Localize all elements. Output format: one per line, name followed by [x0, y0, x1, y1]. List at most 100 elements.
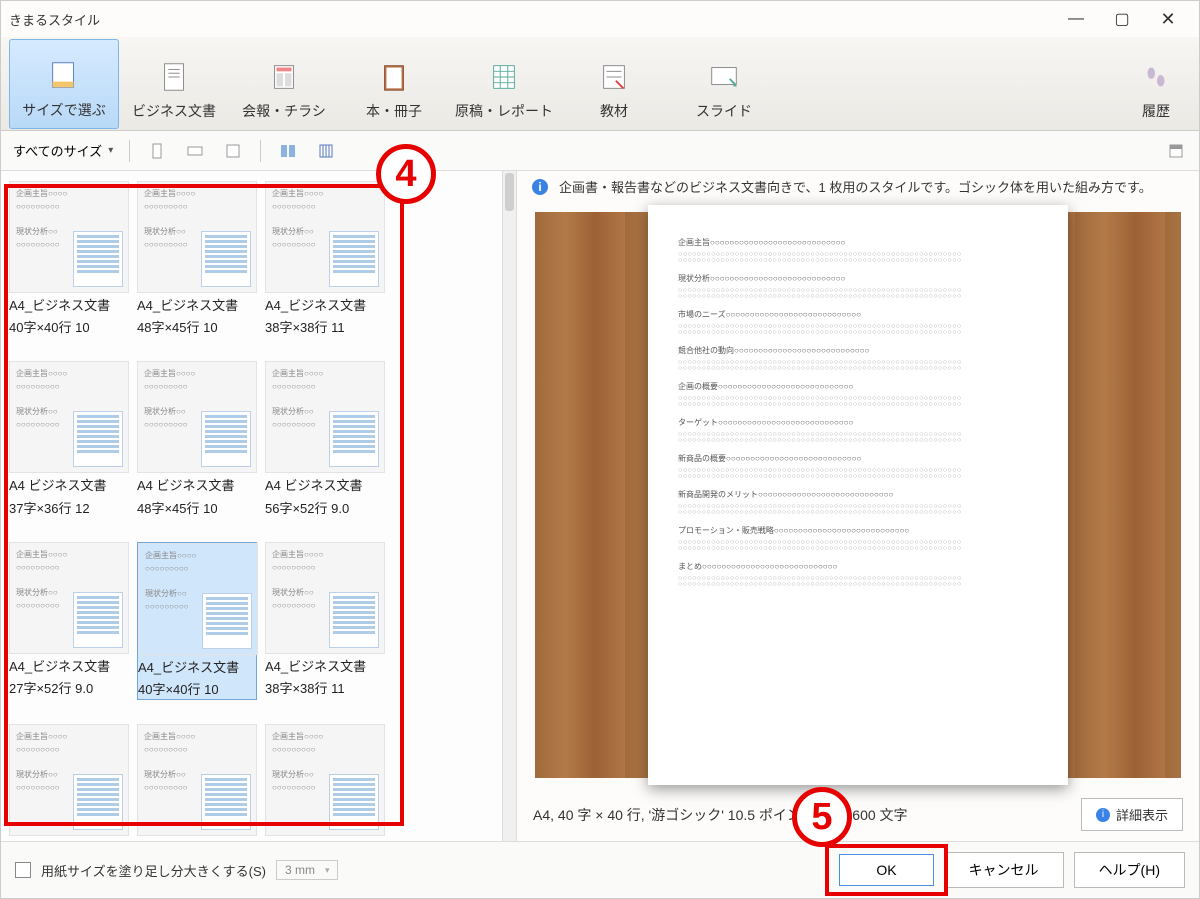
preview-body-line: ○○○○○○○○○○○○○○○○○○○○○○○○○○○○○○○○○○○○○○○○…	[678, 365, 1038, 371]
style-thumbnail[interactable]: 企画主旨○○○○○○○○○○○○○現状分析○○○○○○○○○○○ A4_ビジネス文…	[265, 181, 385, 337]
style-thumbnail[interactable]: 企画主旨○○○○○○○○○○○○○現状分析○○○○○○○○○○○A4_ビジネス文…	[137, 542, 257, 700]
preview-section: 新商品の概要○○○○○○○○○○○○○○○○○○○○○○○○○○○○ ○○○○○○…	[678, 453, 1038, 479]
ribbon-book[interactable]: 本・冊子	[339, 39, 449, 129]
ribbon-slide[interactable]: スライド	[669, 39, 779, 129]
thumbnail-title: A4 ビジネス文書	[137, 477, 257, 495]
style-thumbnail[interactable]: 企画主旨○○○○○○○○○○○○○現状分析○○○○○○○○○○○ A4 ビジネス文…	[137, 361, 257, 517]
thumbnail-preview: 企画主旨○○○○○○○○○○○○○現状分析○○○○○○○○○○○	[137, 181, 257, 293]
preview-pane: i 企画書・報告書などのビジネス文書向きで、1 枚用のスタイルです。ゴシック体を…	[517, 171, 1199, 841]
titlebar: きまるスタイル ― ▢ ✕	[1, 1, 1199, 37]
spec-text: A4, 40 字 × 40 行, '游ゴシック' 10.5 ポイント, 約 1,…	[533, 805, 908, 825]
thumbnail-title: A4_ビジネス文書	[138, 659, 256, 677]
orientation-any-button[interactable]	[216, 137, 250, 165]
thumbnail-title: A4_ビジネス文書	[9, 297, 129, 315]
chevron-down-icon: ▾	[325, 865, 330, 876]
preview-body-line: ○○○○○○○○○○○○○○○○○○○○○○○○○○○○○○○○○○○○○○○○…	[678, 293, 1038, 299]
style-thumbnail[interactable]: 企画主旨○○○○○○○○○○○○○現状分析○○○○○○○○○○○A4_ビジネス文…	[137, 181, 257, 337]
layout-b-button[interactable]	[309, 137, 343, 165]
ribbon-business[interactable]: ビジネス文書	[119, 39, 229, 129]
preview-section: 企画の概要○○○○○○○○○○○○○○○○○○○○○○○○○○○○ ○○○○○○○…	[678, 381, 1038, 407]
style-thumbnail[interactable]: 企画主旨○○○○○○○○○○○○○現状分析○○○○○○○○○○○ A4_ビジネス文…	[9, 181, 129, 337]
thumbnail-subtitle: 56字×52行 9.0	[265, 500, 385, 518]
spec-row: A4, 40 字 × 40 行, '游ゴシック' 10.5 ポイント, 約 1,…	[517, 788, 1199, 841]
window-title: きまるスタイル	[9, 10, 100, 29]
footsteps-icon	[1138, 59, 1174, 95]
preview-section: 企画主旨○○○○○○○○○○○○○○○○○○○○○○○○○○○○○○○○○○○○…	[678, 237, 1038, 263]
thumbnail-preview: 企画主旨○○○○○○○○○○○○○現状分析○○○○○○○○○○○	[265, 724, 385, 836]
thumbnail-preview: 企画主旨○○○○○○○○○○○○○現状分析○○○○○○○○○○○	[137, 724, 257, 836]
thumbnail-subtitle: 48字×45行 10	[137, 500, 257, 518]
preview-document: 企画主旨○○○○○○○○○○○○○○○○○○○○○○○○○○○○○○○○○○○○…	[648, 205, 1068, 785]
thumbnail-subtitle: 40字×40行 10	[9, 319, 129, 337]
maximize-button[interactable]: ▢	[1099, 3, 1145, 35]
gallery-pane: 企画主旨○○○○○○○○○○○○○現状分析○○○○○○○○○○○ A4_ビジネス文…	[1, 171, 517, 841]
thumbnail-title: A4_ビジネス文書	[265, 297, 385, 315]
preview-section: ターゲット○○○○○○○○○○○○○○○○○○○○○○○○○○○○○○○○○○○…	[678, 417, 1038, 443]
style-thumbnail[interactable]: 企画主旨○○○○○○○○○○○○○現状分析○○○○○○○○○○○ A4 ビジネス文…	[9, 361, 129, 517]
filter-toolbar: すべてのサイズ ▾	[1, 131, 1199, 171]
toolbar-extra-button[interactable]	[1159, 137, 1193, 165]
chevron-down-icon: ▾	[108, 145, 113, 156]
style-thumbnail[interactable]: 企画主旨○○○○○○○○○○○○○現状分析○○○○○○○○○○○	[9, 724, 129, 836]
bleed-checkbox[interactable]	[15, 862, 31, 878]
preview-body-line: ○○○○○○○○○○○○○○○○○○○○○○○○○○○○○○○○○○○○○○○○…	[678, 473, 1038, 479]
thumbnail-title: A4 ビジネス文書	[9, 477, 129, 495]
details-label: 詳細表示	[1116, 805, 1168, 824]
preview-body-line: ○○○○○○○○○○○○○○○○○○○○○○○○○○○○○○○○○○○○○○○○…	[678, 437, 1038, 443]
style-thumbnail[interactable]: 企画主旨○○○○○○○○○○○○○現状分析○○○○○○○○○○○	[265, 724, 385, 836]
ribbon-size[interactable]: サイズで選ぶ	[9, 39, 119, 129]
bleed-select[interactable]: 3 mm ▾	[276, 860, 339, 880]
preview-heading: 新商品開発のメリット○○○○○○○○○○○○○○○○○○○○○○○○○○○○	[678, 489, 1038, 500]
thumbnail-preview: 企画主旨○○○○○○○○○○○○○現状分析○○○○○○○○○○○	[265, 181, 385, 293]
ribbon-label: サイズで選ぶ	[22, 100, 106, 120]
orientation-portrait-button[interactable]	[140, 137, 174, 165]
preview-heading: 現状分析○○○○○○○○○○○○○○○○○○○○○○○○○○○○	[678, 273, 1038, 284]
style-thumbnail[interactable]: 企画主旨○○○○○○○○○○○○○現状分析○○○○○○○○○○○ A4_ビジネス文…	[265, 542, 385, 700]
minimize-button[interactable]: ―	[1053, 3, 1099, 35]
document-icon	[156, 59, 192, 95]
size-filter-dropdown[interactable]: すべてのサイズ ▾	[7, 139, 119, 162]
preview-section: 現状分析○○○○○○○○○○○○○○○○○○○○○○○○○○○○ ○○○○○○○○…	[678, 273, 1038, 299]
style-thumbnail[interactable]: 企画主旨○○○○○○○○○○○○○現状分析○○○○○○○○○○○A4_ビジネス文…	[9, 542, 129, 700]
orientation-landscape-button[interactable]	[178, 137, 212, 165]
thumbnail-preview: 企画主旨○○○○○○○○○○○○○現状分析○○○○○○○○○○○	[9, 181, 129, 293]
ribbon-label: 履歴	[1142, 101, 1170, 121]
preview-heading: 新商品の概要○○○○○○○○○○○○○○○○○○○○○○○○○○○○	[678, 453, 1038, 464]
preview-body-line: ○○○○○○○○○○○○○○○○○○○○○○○○○○○○○○○○○○○○○○○○…	[678, 401, 1038, 407]
dialog-window: きまるスタイル ― ▢ ✕ サイズで選ぶ ビジネス文書 会報・チラシ	[0, 0, 1200, 899]
ribbon-newsletter[interactable]: 会報・チラシ	[229, 39, 339, 129]
ok-button[interactable]: OK	[839, 854, 933, 886]
ribbon-report[interactable]: 原稿・レポート	[449, 39, 559, 129]
thumbnail-preview: 企画主旨○○○○○○○○○○○○○現状分析○○○○○○○○○○○	[9, 361, 129, 473]
preview-section: まとめ○○○○○○○○○○○○○○○○○○○○○○○○○○○○ ○○○○○○○○○…	[678, 561, 1038, 587]
details-button[interactable]: i 詳細表示	[1081, 798, 1183, 831]
preview-heading: 企画の概要○○○○○○○○○○○○○○○○○○○○○○○○○○○○	[678, 381, 1038, 392]
cancel-button[interactable]: キャンセル	[944, 852, 1064, 888]
ribbon-teaching[interactable]: 教材	[559, 39, 669, 129]
thumbnail-title: A4_ビジネス文書	[9, 658, 129, 676]
thumbnail-title: A4_ビジネス文書	[265, 658, 385, 676]
teaching-icon	[596, 59, 632, 95]
bleed-label: 用紙サイズを塗り足し分大きくする(S)	[41, 861, 266, 880]
close-button[interactable]: ✕	[1145, 3, 1191, 35]
scrollbar-thumb[interactable]	[505, 173, 514, 211]
preview-area: 企画主旨○○○○○○○○○○○○○○○○○○○○○○○○○○○○○○○○○○○○…	[517, 202, 1199, 788]
gallery-scrollbar[interactable]	[502, 171, 516, 841]
layout-a-button[interactable]	[271, 137, 305, 165]
thumbnail-preview: 企画主旨○○○○○○○○○○○○○現状分析○○○○○○○○○○○	[137, 361, 257, 473]
thumbnail-preview: 企画主旨○○○○○○○○○○○○○現状分析○○○○○○○○○○○	[265, 542, 385, 654]
preview-body-line: ○○○○○○○○○○○○○○○○○○○○○○○○○○○○○○○○○○○○○○○○…	[678, 545, 1038, 551]
page-size-icon	[46, 58, 82, 94]
style-thumbnail[interactable]: 企画主旨○○○○○○○○○○○○○現状分析○○○○○○○○○○○A4 ビジネス文…	[265, 361, 385, 517]
style-thumbnail[interactable]: 企画主旨○○○○○○○○○○○○○現状分析○○○○○○○○○○○	[137, 724, 257, 836]
preview-body-line: ○○○○○○○○○○○○○○○○○○○○○○○○○○○○○○○○○○○○○○○○…	[678, 257, 1038, 263]
preview-section: 競合他社の動向○○○○○○○○○○○○○○○○○○○○○○○○○○○○○○○○○…	[678, 345, 1038, 371]
preview-body-line: ○○○○○○○○○○○○○○○○○○○○○○○○○○○○○○○○○○○○○○○○…	[678, 581, 1038, 587]
preview-heading: まとめ○○○○○○○○○○○○○○○○○○○○○○○○○○○○	[678, 561, 1038, 572]
help-button[interactable]: ヘルプ(H)	[1074, 852, 1185, 888]
info-icon: i	[531, 178, 549, 196]
ribbon-history[interactable]: 履歴	[1121, 39, 1191, 129]
grid-icon	[486, 59, 522, 95]
preview-heading: プロモーション・販売戦略○○○○○○○○○○○○○○○○○○○○○○○○○○○○	[678, 525, 1038, 536]
ribbon-label: ビジネス文書	[132, 101, 216, 121]
